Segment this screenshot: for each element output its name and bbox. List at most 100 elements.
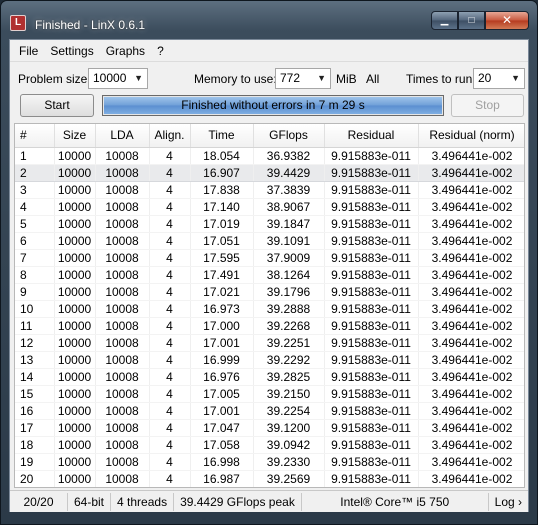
cell-index: 4 [15, 198, 55, 216]
col-header-align[interactable]: Align. [149, 124, 191, 148]
options-row: Problem size: 10000 ▼ Memory to use: 772… [10, 68, 528, 90]
cell-align: 4 [149, 470, 191, 487]
cell-lda: 10008 [95, 300, 150, 318]
cell-residual: 9.915883e-011 [324, 266, 419, 284]
col-header-residual[interactable]: Residual [324, 124, 419, 148]
cell-time: 17.021 [190, 283, 254, 301]
cell-align: 4 [149, 215, 191, 233]
table-row[interactable]: 10 10000 10008 4 16.973 39.2888 9.915883e-011 3… [15, 300, 524, 318]
title-bar[interactable]: L Finished - LinX 0.6.1 ▁ □ ✕ [1, 1, 537, 39]
menu-settings[interactable]: Settings [44, 44, 99, 58]
cell-align: 4 [149, 419, 191, 437]
table-row[interactable]: 6 10000 10008 4 17.051 39.1091 9.915883e-011 3.… [15, 232, 524, 250]
table-row[interactable]: 14 10000 10008 4 16.976 39.2825 9.915883e-011 3… [15, 368, 524, 386]
cell-index: 7 [15, 249, 55, 267]
cell-gflops: 39.1091 [253, 232, 325, 250]
cell-time: 18.054 [190, 147, 254, 165]
cell-residual-norm: 3.496441e-002 [418, 419, 524, 437]
col-header-index[interactable]: # [15, 124, 55, 148]
table-row[interactable]: 7 10000 10008 4 17.595 37.9009 9.915883e-011 3.… [15, 249, 524, 267]
cell-time: 17.005 [190, 385, 254, 403]
table-row[interactable]: 18 10000 10008 4 17.058 39.0942 9.915883e-011 3… [15, 436, 524, 454]
close-button[interactable]: ✕ [485, 11, 529, 30]
cell-residual-norm: 3.496441e-002 [418, 283, 524, 301]
cell-gflops: 38.1264 [253, 266, 325, 284]
cell-index: 16 [15, 402, 55, 420]
table-row[interactable]: 5 10000 10008 4 17.019 39.1847 9.915883e-011 3.… [15, 215, 524, 233]
cell-residual: 9.915883e-011 [324, 334, 419, 352]
cell-residual-norm: 3.496441e-002 [418, 232, 524, 250]
cell-residual: 9.915883e-011 [324, 385, 419, 403]
cell-residual: 9.915883e-011 [324, 147, 419, 165]
table-row[interactable]: 20 10000 10008 4 16.987 39.2569 9.915883e-011 3… [15, 470, 524, 487]
cell-gflops: 39.2254 [253, 402, 325, 420]
table-row[interactable]: 1 10000 10008 4 18.054 36.9382 9.915883e-011 3.… [15, 147, 524, 165]
cell-size: 10000 [54, 249, 96, 267]
problem-size-select[interactable]: 10000 ▼ [88, 68, 148, 89]
cell-residual: 9.915883e-011 [324, 198, 419, 216]
cell-residual: 9.915883e-011 [324, 453, 419, 471]
cell-residual-norm: 3.496441e-002 [418, 436, 524, 454]
cell-size: 10000 [54, 283, 96, 301]
col-header-gflops[interactable]: GFlops [253, 124, 325, 148]
cell-size: 10000 [54, 368, 96, 386]
table-row[interactable]: 3 10000 10008 4 17.838 37.3839 9.915883e-011 3.… [15, 181, 524, 199]
table-row[interactable]: 8 10000 10008 4 17.491 38.1264 9.915883e-011 3.… [15, 266, 524, 284]
all-memory-option[interactable]: All [366, 72, 379, 86]
table-row[interactable]: 11 10000 10008 4 17.000 39.2268 9.915883e-011 3… [15, 317, 524, 335]
cell-residual-norm: 3.496441e-002 [418, 300, 524, 318]
cell-index: 3 [15, 181, 55, 199]
times-to-run-select[interactable]: 20 ▼ [473, 68, 525, 89]
cell-lda: 10008 [95, 385, 150, 403]
log-button[interactable]: Log › [489, 493, 528, 511]
cell-index: 13 [15, 351, 55, 369]
minimize-button[interactable]: ▁ [431, 11, 458, 30]
cell-time: 17.595 [190, 249, 254, 267]
cell-residual-norm: 3.496441e-002 [418, 215, 524, 233]
stop-button[interactable]: Stop [451, 94, 524, 117]
maximize-button[interactable]: □ [458, 11, 485, 30]
table-row[interactable]: 16 10000 10008 4 17.001 39.2254 9.915883e-011 3… [15, 402, 524, 420]
chevron-down-icon: ▼ [511, 73, 520, 83]
cell-lda: 10008 [95, 317, 150, 335]
table-row[interactable]: 13 10000 10008 4 16.999 39.2292 9.915883e-011 3… [15, 351, 524, 369]
cell-lda: 10008 [95, 266, 150, 284]
cell-index: 2 [15, 163, 55, 182]
col-header-size[interactable]: Size [54, 124, 96, 148]
table-row[interactable]: 2 10000 10008 4 16.907 39.4429 9.915883e-011 3.… [15, 163, 524, 182]
times-to-run-label: Times to run: [406, 72, 476, 86]
times-to-run-value: 20 [478, 71, 492, 85]
cell-time: 16.976 [190, 368, 254, 386]
table-row[interactable]: 15 10000 10008 4 17.005 39.2150 9.915883e-011 3… [15, 385, 524, 403]
table-row[interactable]: 9 10000 10008 4 17.021 39.1796 9.915883e-011 3.… [15, 283, 524, 301]
cell-time: 16.998 [190, 453, 254, 471]
cell-size: 10000 [54, 232, 96, 250]
chevron-down-icon: ▼ [134, 73, 143, 83]
table-row[interactable]: 17 10000 10008 4 17.047 39.1200 9.915883e-011 3… [15, 419, 524, 437]
col-header-time[interactable]: Time [190, 124, 254, 148]
window-title: Finished - LinX 0.6.1 [35, 18, 146, 32]
menu-graphs[interactable]: Graphs [100, 44, 151, 58]
memory-select[interactable]: 772 ▼ [275, 68, 331, 89]
cell-align: 4 [149, 436, 191, 454]
menu-help[interactable]: ? [151, 44, 170, 58]
table-row[interactable]: 12 10000 10008 4 17.001 39.2251 9.915883e-011 3… [15, 334, 524, 352]
cell-lda: 10008 [95, 436, 150, 454]
cell-time: 17.491 [190, 266, 254, 284]
cell-align: 4 [149, 283, 191, 301]
linx-app-icon[interactable]: L [10, 15, 26, 31]
table-header: # Size LDA Align. Time GFlops Residual R… [15, 124, 524, 148]
cell-gflops: 39.4429 [253, 163, 325, 182]
progress-text: Finished without errors in 7 m 29 s [181, 98, 365, 112]
cell-gflops: 39.0942 [253, 436, 325, 454]
menu-file[interactable]: File [13, 44, 44, 58]
col-header-lda[interactable]: LDA [95, 124, 150, 148]
table-row[interactable]: 19 10000 10008 4 16.998 39.2330 9.915883e-011 3… [15, 453, 524, 471]
start-button[interactable]: Start [20, 94, 94, 117]
cell-lda: 10008 [95, 232, 150, 250]
table-row[interactable]: 4 10000 10008 4 17.140 38.9067 9.915883e-011 3.… [15, 198, 524, 216]
cell-index: 6 [15, 232, 55, 250]
col-header-residual-norm[interactable]: Residual (norm) [418, 124, 524, 148]
cell-time: 17.001 [190, 334, 254, 352]
cell-residual: 9.915883e-011 [324, 402, 419, 420]
